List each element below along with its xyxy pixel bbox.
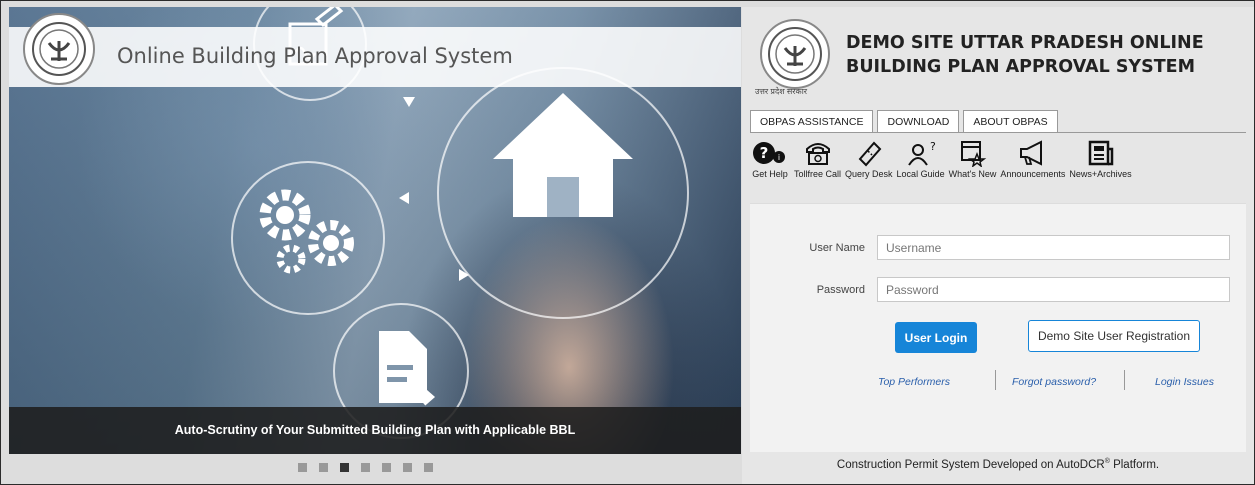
- svg-text:i: i: [778, 153, 780, 162]
- ticket-icon: [849, 137, 889, 169]
- slide-dot[interactable]: [298, 463, 307, 472]
- info-tabs: OBPAS ASSISTANCE DOWNLOAD ABOUT OBPAS: [750, 110, 1058, 133]
- forgot-password-link[interactable]: Forgot password?: [1012, 376, 1096, 388]
- quick-links: ?i Get Help Tollfree Call Query Desk ?: [750, 137, 1136, 179]
- footer-text-main: Construction Permit System Developed on …: [836, 458, 1105, 471]
- quick-link-query-desk[interactable]: Query Desk: [845, 137, 893, 179]
- quick-link-get-help[interactable]: ? i Get Help: [750, 137, 790, 179]
- page-frame: Online Building Plan Approval System Aut…: [0, 0, 1255, 485]
- tab-download[interactable]: DOWNLOAD: [877, 110, 960, 133]
- slide-dot[interactable]: [424, 463, 433, 472]
- svg-text:?: ?: [930, 140, 936, 153]
- megaphone-icon: [1013, 137, 1053, 169]
- new-icon: [952, 137, 992, 169]
- slide-dot[interactable]: [361, 463, 370, 472]
- phone-icon: [798, 137, 838, 169]
- emblem-caption: उत्तर प्रदेश सरकार: [755, 87, 808, 96]
- footer-text-end: Platform.: [1109, 458, 1160, 471]
- link-separator: [995, 370, 996, 390]
- slider-pagination: [298, 463, 433, 472]
- login-form: User Name Password User Login Demo Site …: [750, 203, 1246, 452]
- up-emblem-logo: [760, 19, 830, 89]
- top-performers-link[interactable]: Top Performers: [878, 376, 950, 388]
- slide-dot[interactable]: [403, 463, 412, 472]
- flow-arrow-icon: [459, 269, 469, 281]
- user-login-button[interactable]: User Login: [895, 322, 977, 353]
- gears-ring: [231, 161, 385, 315]
- svg-text:?: ?: [760, 144, 769, 162]
- tab-about-obpas[interactable]: ABOUT OBPAS: [963, 110, 1058, 133]
- home-ring: [437, 67, 689, 319]
- quick-link-label: Query Desk: [845, 169, 893, 179]
- flow-arrow-icon: [403, 97, 415, 107]
- quick-link-label: Announcements: [1000, 169, 1066, 179]
- slide-caption: Auto-Scrutiny of Your Submitted Building…: [9, 407, 741, 454]
- quick-link-announcements[interactable]: Announcements: [1000, 137, 1065, 179]
- slide-dot[interactable]: [382, 463, 391, 472]
- quick-link-local-guide[interactable]: ? Local Guide: [897, 137, 945, 179]
- help-icon: ? i: [750, 137, 790, 169]
- up-emblem-logo: [23, 13, 95, 85]
- home-icon: [493, 93, 633, 217]
- guide-icon: ?: [901, 137, 941, 169]
- hero-slider: Online Building Plan Approval System Aut…: [9, 7, 741, 454]
- slide-dot[interactable]: [319, 463, 328, 472]
- quick-link-news-archives[interactable]: News+Archives: [1069, 137, 1132, 179]
- password-input[interactable]: [877, 277, 1230, 302]
- quick-link-whats-new[interactable]: What's New: [948, 137, 997, 179]
- slide-dot-active[interactable]: [340, 463, 349, 472]
- user-registration-button[interactable]: Demo Site User Registration: [1028, 320, 1200, 352]
- quick-link-tollfree-call[interactable]: Tollfree Call: [794, 137, 841, 179]
- site-title: DEMO SITE UTTAR PRADESH ONLINE BUILDING …: [846, 31, 1204, 79]
- quick-link-label: Tollfree Call: [794, 169, 842, 179]
- login-issues-link[interactable]: Login Issues: [1155, 376, 1214, 388]
- password-label: Password: [816, 284, 865, 296]
- username-label: User Name: [809, 242, 865, 254]
- flow-arrow-icon: [399, 192, 409, 204]
- link-separator: [1124, 370, 1125, 390]
- site-title-line2: BUILDING PLAN APPROVAL SYSTEM: [846, 57, 1196, 77]
- username-input[interactable]: [877, 235, 1230, 260]
- site-title-line1: DEMO SITE UTTAR PRADESH ONLINE: [846, 33, 1204, 53]
- quick-link-label: Get Help: [752, 169, 788, 179]
- tab-obpas-assistance[interactable]: OBPAS ASSISTANCE: [750, 110, 874, 133]
- news-icon: [1081, 137, 1121, 169]
- login-panel: उत्तर प्रदेश सरकार DEMO SITE UTTAR PRADE…: [742, 7, 1254, 484]
- gears-icon: [259, 189, 354, 274]
- hero-title: Online Building Plan Approval System: [117, 44, 513, 68]
- quick-link-label: Local Guide: [896, 169, 945, 179]
- footer-text: Construction Permit System Developed on …: [742, 458, 1254, 471]
- quick-link-label: News+Archives: [1069, 169, 1132, 179]
- quick-link-label: What's New: [948, 169, 997, 179]
